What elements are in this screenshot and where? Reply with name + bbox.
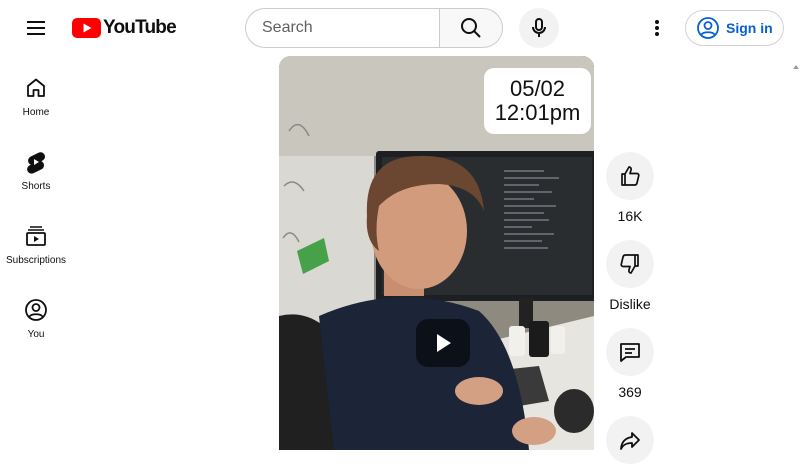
share-action [603,416,657,464]
share-button[interactable] [606,416,654,464]
comment-action: 369 [603,328,657,400]
shorts-video-player[interactable]: 05/02 12:01pm [279,56,594,450]
more-vert-icon [655,20,659,36]
page-scrollbar[interactable] [792,56,800,450]
like-count: 16K [617,208,643,224]
search-icon [461,18,481,38]
sidebar-item-label: Home [22,107,50,118]
date-overlay: 05/02 12:01pm [484,68,591,134]
like-button[interactable] [606,152,654,200]
menu-icon [27,21,45,35]
thumbs-up-icon [621,166,640,186]
sidebar-item-label: Shorts [21,181,51,192]
play-icon [437,334,451,352]
logo-text: YouTube [103,17,177,38]
menu-button[interactable] [16,8,56,48]
play-button[interactable] [416,319,470,367]
account-circle-icon [697,17,719,39]
sidebar-item-you[interactable]: You [4,278,68,352]
voice-search-button[interactable] [519,8,559,48]
sidebar-item-label: Subscriptions [5,255,67,266]
sidebar-item-shorts[interactable]: Shorts [4,130,68,204]
home-icon [27,78,45,97]
overlay-time: 12:01pm [494,100,581,125]
youtube-logo-icon [72,18,101,38]
dislike-button[interactable] [606,240,654,288]
shorts-icon [27,152,45,174]
sidebar-item-label: You [27,329,45,340]
share-icon [620,432,640,450]
comment-count: 369 [618,384,642,400]
masthead: YouTube Sign in [0,0,800,56]
settings-more-button[interactable] [637,8,677,48]
dislike-label: Dislike [609,296,651,312]
thumbs-down-icon [620,254,639,274]
sign-in-label: Sign in [726,20,773,36]
comment-icon [620,343,640,362]
overlay-date: 05/02 [509,76,566,101]
like-action: 16K [603,152,657,224]
sign-in-button[interactable]: Sign in [685,10,784,46]
search-button[interactable] [439,8,503,48]
comments-button[interactable] [606,328,654,376]
sidebar-item-subscriptions[interactable]: Subscriptions [4,204,68,278]
mic-icon [532,18,546,37]
search-input[interactable] [245,8,440,48]
you-icon [25,299,47,321]
youtube-logo[interactable]: YouTube [72,17,177,39]
sidebar-item-home[interactable]: Home [4,56,68,130]
scrollbar-arrow-icon [793,65,799,69]
dislike-action: Dislike [603,240,657,312]
subscriptions-icon [26,226,46,246]
